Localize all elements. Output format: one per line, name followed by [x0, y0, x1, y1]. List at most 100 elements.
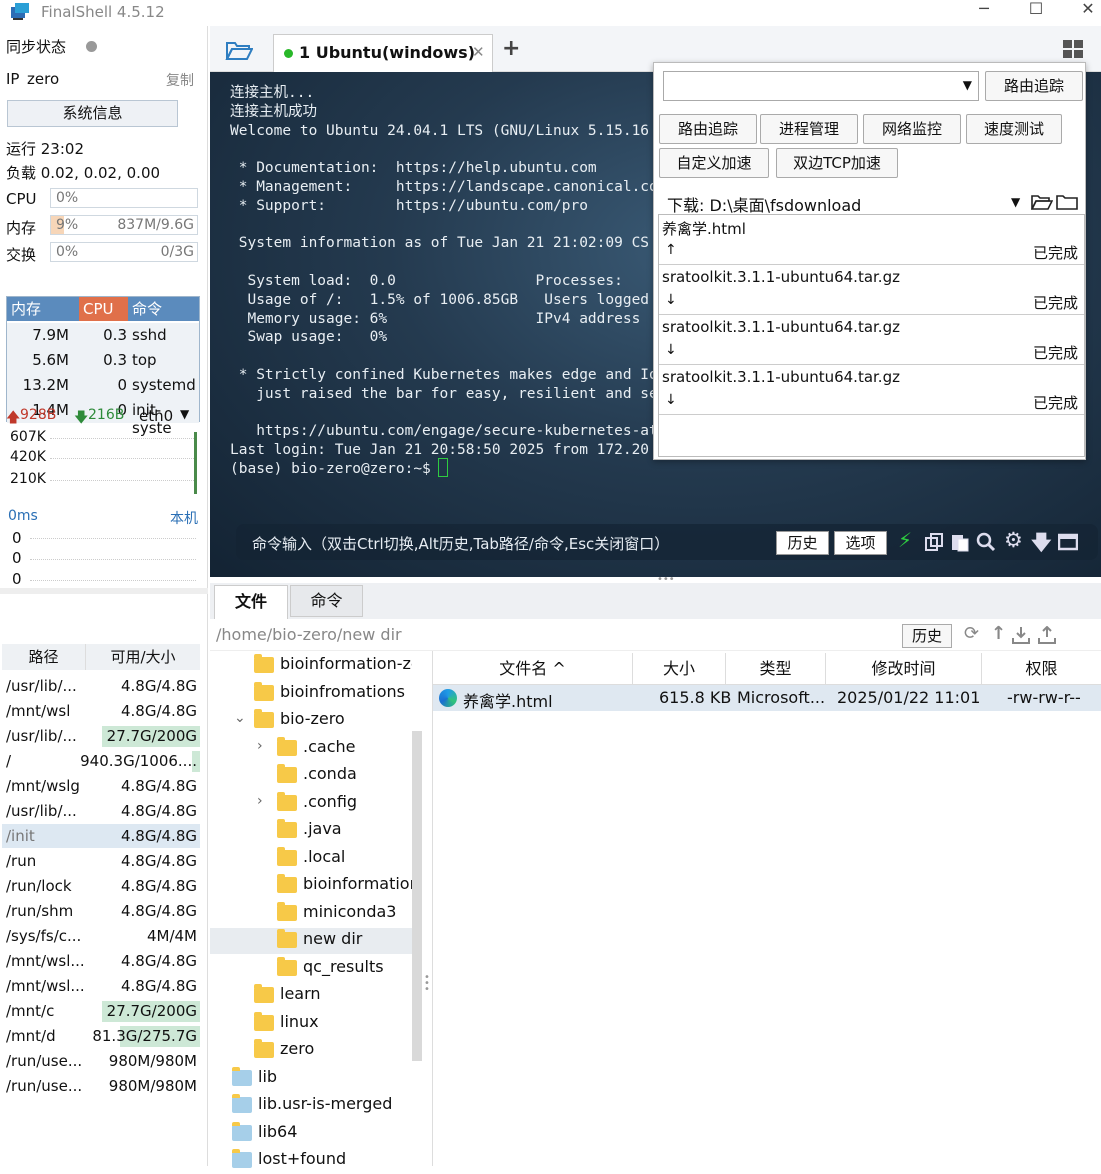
disk-row[interactable]: /run/use... 980M/980M — [2, 1074, 200, 1099]
upload-icon[interactable] — [1038, 626, 1056, 644]
chevron-down-icon[interactable]: ▼ — [963, 78, 972, 92]
tree-node[interactable]: .conda — [210, 763, 412, 789]
tool-button-5[interactable]: 双边TCP加速 — [776, 148, 898, 178]
disk-row[interactable]: /mnt/wsl... 4.8G/4.8G — [2, 974, 200, 999]
file-header-size[interactable]: 大小 — [633, 653, 726, 685]
tree-node[interactable]: › .config — [210, 791, 412, 817]
copy-ip-button[interactable]: 复制 — [166, 70, 194, 90]
tree-node[interactable]: zero — [210, 1038, 412, 1064]
copy-icon[interactable] — [924, 532, 944, 552]
gear-icon[interactable]: ⚙ — [1004, 528, 1024, 552]
download-icon[interactable] — [1012, 626, 1030, 644]
disk-row[interactable]: /usr/lib/... 4.8G/4.8G — [2, 799, 200, 824]
command-input-bar[interactable]: 命令输入（双击Ctrl切换,Alt历史,Tab路径/命令,Esc关闭窗口） 历史… — [236, 524, 1098, 560]
host-select[interactable]: ▼ — [663, 71, 979, 101]
disk-header-size[interactable]: 可用/大小 — [86, 644, 200, 670]
download-item[interactable]: sratoolkit.3.1.1-ubuntu64.tar.gz ↓ 已完成 — [659, 315, 1084, 365]
route-trace-run-button[interactable]: 路由追踪 — [985, 71, 1083, 101]
tool-button-4[interactable]: 自定义加速 — [659, 148, 769, 178]
new-tab-button[interactable]: + — [502, 36, 520, 61]
tree-node[interactable]: learn — [210, 983, 412, 1009]
disk-row[interactable]: /run/use... 980M/980M — [2, 1049, 200, 1074]
chevron-down-icon[interactable]: ▼ — [180, 407, 189, 421]
disk-row[interactable]: /mnt/wsl 4.8G/4.8G — [2, 699, 200, 724]
process-header-memory[interactable]: 内存 — [7, 297, 79, 321]
process-row[interactable]: 13.2M 0 systemd — [7, 373, 199, 398]
parent-dir-icon[interactable]: ↑ — [991, 623, 1006, 644]
search-icon[interactable] — [976, 532, 996, 552]
file-header-type[interactable]: 类型 — [726, 653, 826, 685]
chevron-right-icon[interactable]: › — [257, 738, 263, 754]
disk-row[interactable]: / 940.3G/1006.... — [2, 749, 200, 774]
splitter-handle[interactable]: ••• — [424, 973, 430, 995]
arrow-down-icon[interactable]: 🡇 — [1031, 528, 1052, 554]
tree-node[interactable]: miniconda3 — [210, 901, 412, 927]
minimize-button[interactable]: ─ — [964, 0, 1004, 22]
grid-layout-icon[interactable] — [1062, 39, 1084, 59]
path-history-button[interactable]: 历史 — [902, 624, 952, 648]
close-button[interactable]: ✕ — [1068, 0, 1101, 22]
disk-row[interactable]: /run 4.8G/4.8G — [2, 849, 200, 874]
download-item[interactable]: 养禽学.html ↑ 已完成 — [659, 215, 1084, 265]
tab-ubuntu-windows[interactable]: 1 Ubuntu(windows) ✕ — [273, 34, 493, 72]
folder-open-icon[interactable] — [225, 39, 253, 61]
disk-row[interactable]: /mnt/wsl... 4.8G/4.8G — [2, 949, 200, 974]
tree-node[interactable]: ⌄ bio-zero — [210, 708, 412, 734]
panel-divider[interactable] — [0, 588, 208, 594]
current-path[interactable]: /home/bio-zero/new dir — [216, 625, 402, 644]
disk-row[interactable]: /usr/lib/... 27.7G/200G — [2, 724, 200, 749]
tree-node[interactable]: lib — [210, 1066, 412, 1092]
refresh-icon[interactable]: ⟳ — [964, 623, 979, 644]
disk-row[interactable]: /mnt/c 27.7G/200G — [2, 999, 200, 1024]
tree-node[interactable]: › .cache — [210, 736, 412, 762]
tree-node[interactable]: lib64 — [210, 1121, 412, 1147]
folder-open-icon[interactable] — [1031, 194, 1053, 211]
paste-icon[interactable] — [950, 532, 970, 552]
chevron-right-icon[interactable]: › — [257, 793, 263, 809]
process-row[interactable]: 7.9M 0.3 sshd — [7, 323, 199, 348]
disk-row[interactable]: /run/shm 4.8G/4.8G — [2, 899, 200, 924]
tree-node[interactable]: .local — [210, 846, 412, 872]
command-input-hint[interactable]: 命令输入（双击Ctrl切换,Alt历史,Tab路径/命令,Esc关闭窗口） — [252, 533, 669, 554]
tool-button-0[interactable]: 路由追踪 — [659, 114, 757, 144]
lightning-icon[interactable]: ⚡ — [898, 528, 918, 552]
system-info-button[interactable]: 系统信息 — [7, 100, 178, 127]
folder-icon[interactable] — [1056, 194, 1078, 211]
process-row[interactable]: 5.6M 0.3 top — [7, 348, 199, 373]
disk-row[interactable]: /mnt/wslg 4.8G/4.8G — [2, 774, 200, 799]
tab-commands[interactable]: 命令 — [290, 585, 363, 617]
maximize-button[interactable]: ☐ — [1016, 0, 1056, 22]
file-header-name[interactable]: 文件名 ^ — [433, 653, 633, 685]
file-header-permissions[interactable]: 权限 — [982, 653, 1101, 685]
tree-node[interactable]: new dir — [210, 928, 412, 954]
splitter-handle[interactable]: ••• — [657, 574, 675, 585]
chevron-down-icon[interactable]: ⌄ — [234, 710, 246, 726]
tool-button-1[interactable]: 进程管理 — [760, 114, 858, 144]
history-button[interactable]: 历史 — [776, 531, 829, 555]
tree-node[interactable]: bioinformation — [210, 873, 412, 899]
download-item[interactable]: sratoolkit.3.1.1-ubuntu64.tar.gz ↓ 已完成 — [659, 365, 1084, 415]
tree-node[interactable]: .java — [210, 818, 412, 844]
process-header-cpu[interactable]: CPU — [79, 297, 128, 321]
tree-node[interactable]: lost+found — [210, 1148, 412, 1174]
disk-row[interactable]: /sys/fs/c... 4M/4M — [2, 924, 200, 949]
download-item[interactable]: sratoolkit.3.1.1-ubuntu64.tar.gz ↓ 已完成 — [659, 265, 1084, 315]
tool-button-3[interactable]: 速度测试 — [966, 114, 1062, 144]
file-header-mtime[interactable]: 修改时间 — [826, 653, 982, 685]
chevron-down-icon[interactable]: ▼ — [1011, 195, 1020, 209]
tree-node[interactable]: lib.usr-is-merged — [210, 1093, 412, 1119]
tab-files[interactable]: 文件 — [214, 585, 288, 619]
tree-node[interactable]: bioinfromations — [210, 681, 412, 707]
window-icon[interactable] — [1058, 532, 1078, 552]
process-header-command[interactable]: 命令 — [128, 297, 199, 321]
tree-node[interactable]: linux — [210, 1011, 412, 1037]
disk-row[interactable]: /usr/lib/... 4.8G/4.8G — [2, 674, 200, 699]
disk-row[interactable]: /mnt/d 81.3G/275.7G — [2, 1024, 200, 1049]
tool-button-2[interactable]: 网络监控 — [863, 114, 961, 144]
ping-host[interactable]: 本机 — [170, 508, 198, 528]
tab-close-icon[interactable]: ✕ — [472, 43, 485, 61]
options-button[interactable]: 选项 — [834, 531, 887, 555]
net-interface-select[interactable]: eth0 — [139, 407, 173, 425]
tree-node[interactable]: bioinformation-ze — [210, 653, 412, 679]
disk-header-path[interactable]: 路径 — [2, 644, 86, 670]
